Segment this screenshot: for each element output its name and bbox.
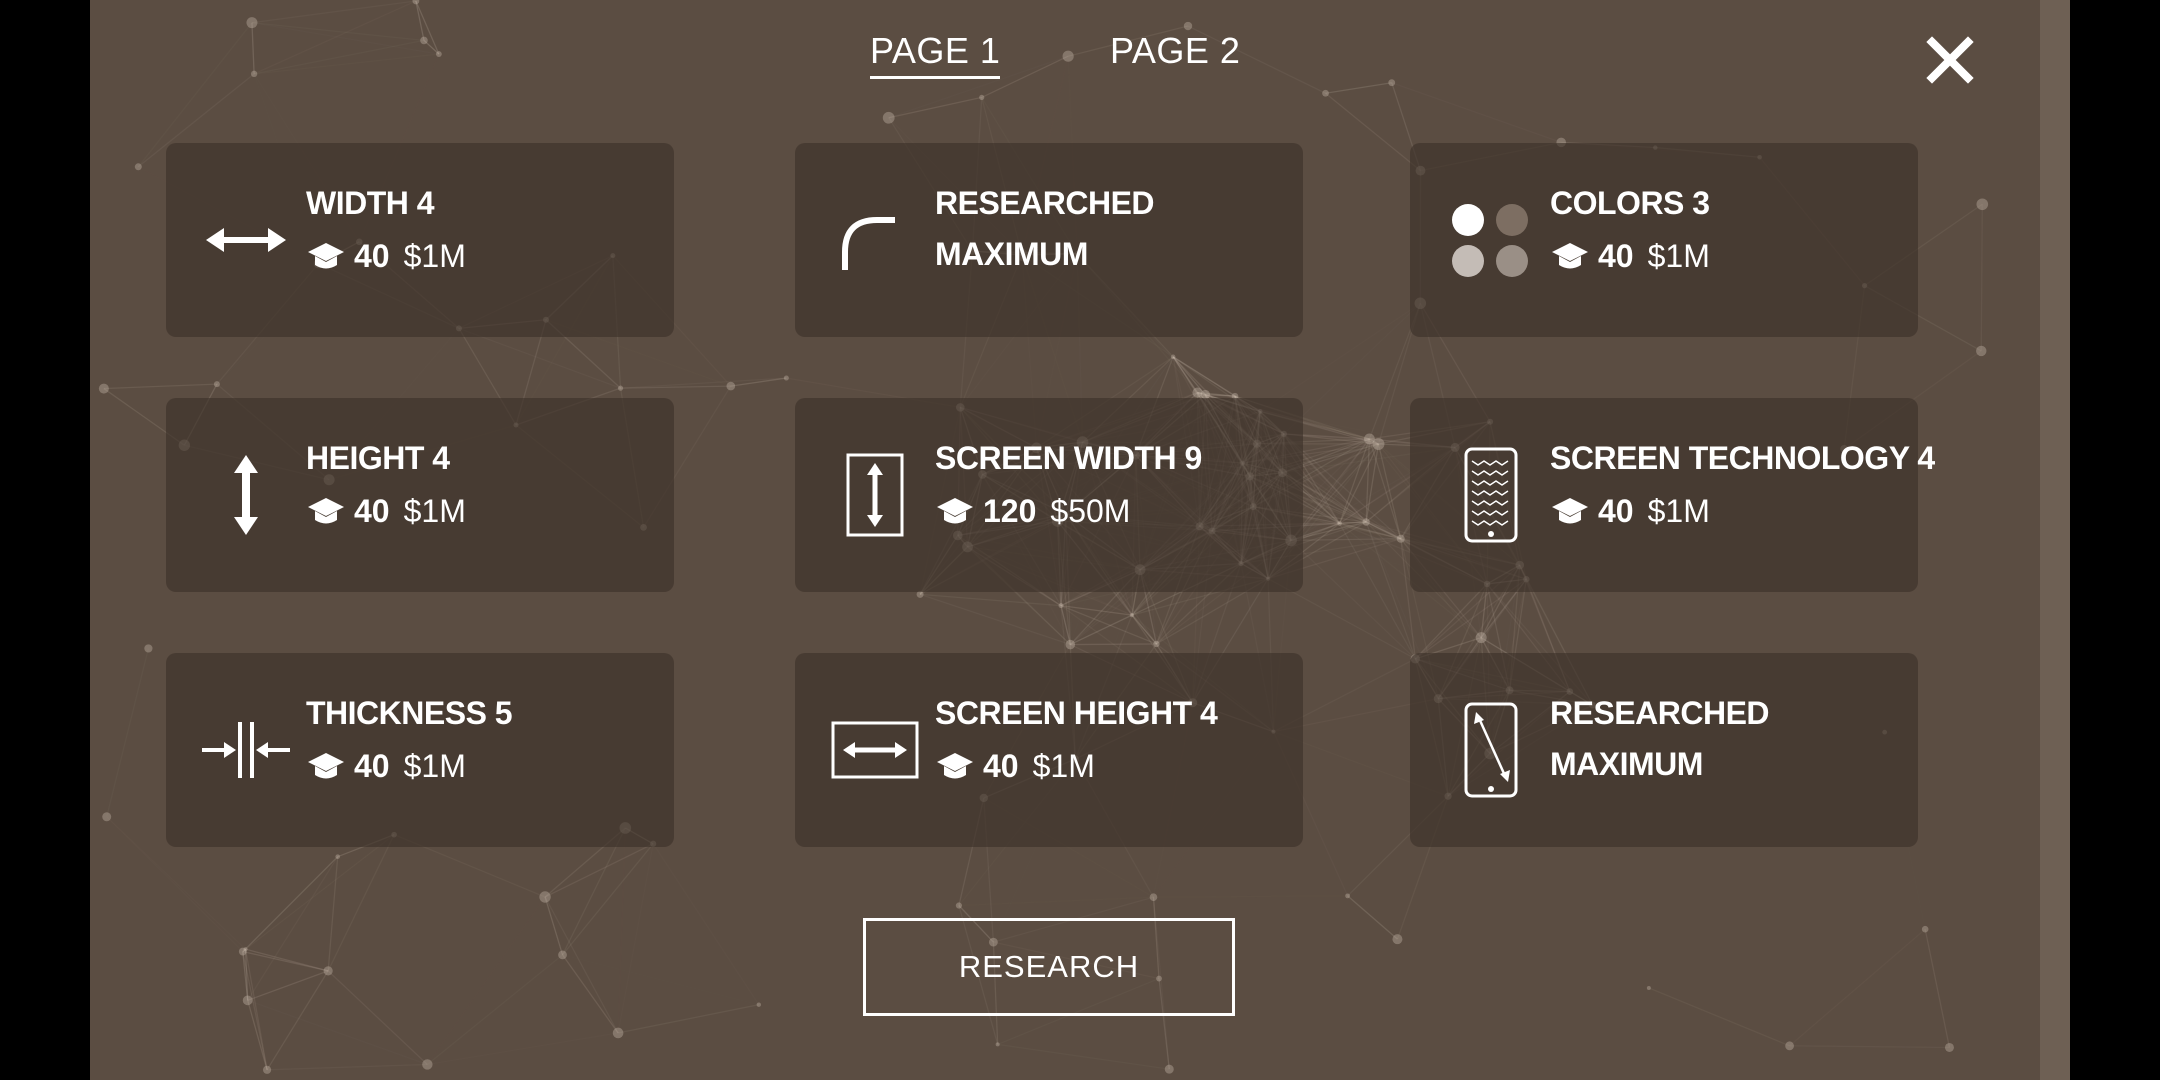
- upgrade-card-thickness[interactable]: THICKNESS 5 40 $1M: [166, 653, 674, 847]
- research-points: 40: [354, 237, 390, 274]
- screen-technology-icon: [1464, 447, 1518, 543]
- hd-resolution-icon: [1464, 702, 1518, 798]
- upgrade-card-corner[interactable]: RESEARCHED MAXIMUM: [795, 143, 1303, 337]
- graduation-cap-icon: [1552, 243, 1588, 269]
- card-title: RESEARCHED: [935, 185, 1155, 221]
- graduation-cap-icon: [937, 753, 973, 779]
- card-title-line2: MAXIMUM: [1550, 746, 1703, 782]
- research-points: 40: [983, 747, 1019, 784]
- price: $50M: [1050, 492, 1131, 529]
- price: $1M: [1647, 237, 1710, 274]
- price: $1M: [403, 492, 466, 529]
- card-title: THICKNESS 5: [306, 695, 513, 731]
- graduation-cap-icon: [308, 243, 344, 269]
- color-dots-icon: [1452, 204, 1528, 277]
- tab-page-2[interactable]: PAGE 2: [1110, 30, 1240, 72]
- research-panel: PAGE 1 PAGE 2 WIDTH 4 40 $1M RESEARCHED …: [90, 0, 2070, 1080]
- card-title: RESEARCHED: [1550, 695, 1770, 731]
- upgrade-card-screen-technology[interactable]: SCREEN TECHNOLOGY 4 40 $1M: [1410, 398, 1935, 592]
- upgrade-card-resolution[interactable]: RESEARCHED MAXIMUM: [1410, 653, 1918, 847]
- card-title: SCREEN WIDTH 9: [935, 440, 1202, 476]
- card-title: WIDTH 4: [306, 185, 435, 221]
- price: $1M: [1032, 747, 1095, 784]
- card-title: SCREEN TECHNOLOGY 4: [1550, 440, 1935, 476]
- page-tabs: PAGE 1 PAGE 2: [90, 30, 2070, 90]
- research-points: 40: [354, 492, 390, 529]
- close-icon: [1926, 36, 1974, 84]
- price: $1M: [1647, 492, 1710, 529]
- card-cost: 40 $1M: [306, 236, 466, 276]
- card-cost: 40 $1M: [306, 491, 466, 531]
- card-title: HEIGHT 4: [306, 440, 450, 476]
- corner-radius-icon: [842, 217, 895, 270]
- upgrade-card-height[interactable]: HEIGHT 4 40 $1M: [166, 398, 674, 592]
- tab-page-1[interactable]: PAGE 1: [870, 30, 1001, 79]
- card-title-line2: MAXIMUM: [935, 236, 1088, 272]
- upgrade-card-width[interactable]: WIDTH 4 40 $1M: [166, 143, 674, 337]
- research-button[interactable]: RESEARCH: [863, 918, 1235, 1016]
- graduation-cap-icon: [308, 498, 344, 524]
- card-title: COLORS 3: [1550, 185, 1710, 221]
- scrollbar[interactable]: [2040, 0, 2070, 1080]
- thickness-icon: [202, 722, 290, 778]
- price: $1M: [403, 747, 466, 784]
- card-cost: 40 $1M: [306, 746, 466, 786]
- card-cost: 40 $1M: [935, 746, 1095, 786]
- graduation-cap-icon: [1552, 498, 1588, 524]
- price: $1M: [403, 237, 466, 274]
- card-cost: 40 $1M: [1550, 491, 1710, 531]
- vertical-arrows-icon: [234, 455, 258, 535]
- graduation-cap-icon: [308, 753, 344, 779]
- screen-height-icon: [831, 721, 919, 779]
- card-cost: 40 $1M: [1550, 236, 1710, 276]
- screen-width-icon: [846, 453, 904, 537]
- close-button[interactable]: [1920, 30, 1980, 90]
- upgrade-card-screen-width[interactable]: SCREEN WIDTH 9 120 $50M: [795, 398, 1303, 592]
- graduation-cap-icon: [937, 498, 973, 524]
- research-points: 40: [354, 747, 390, 784]
- research-points: 40: [1598, 237, 1634, 274]
- card-title: SCREEN HEIGHT 4: [935, 695, 1218, 731]
- research-points: 120: [983, 492, 1037, 529]
- card-cost: 120 $50M: [935, 491, 1130, 531]
- horizontal-arrows-icon: [206, 228, 286, 252]
- upgrade-card-colors[interactable]: COLORS 3 40 $1M: [1410, 143, 1918, 337]
- research-points: 40: [1598, 492, 1634, 529]
- upgrade-card-screen-height[interactable]: SCREEN HEIGHT 4 40 $1M: [795, 653, 1303, 847]
